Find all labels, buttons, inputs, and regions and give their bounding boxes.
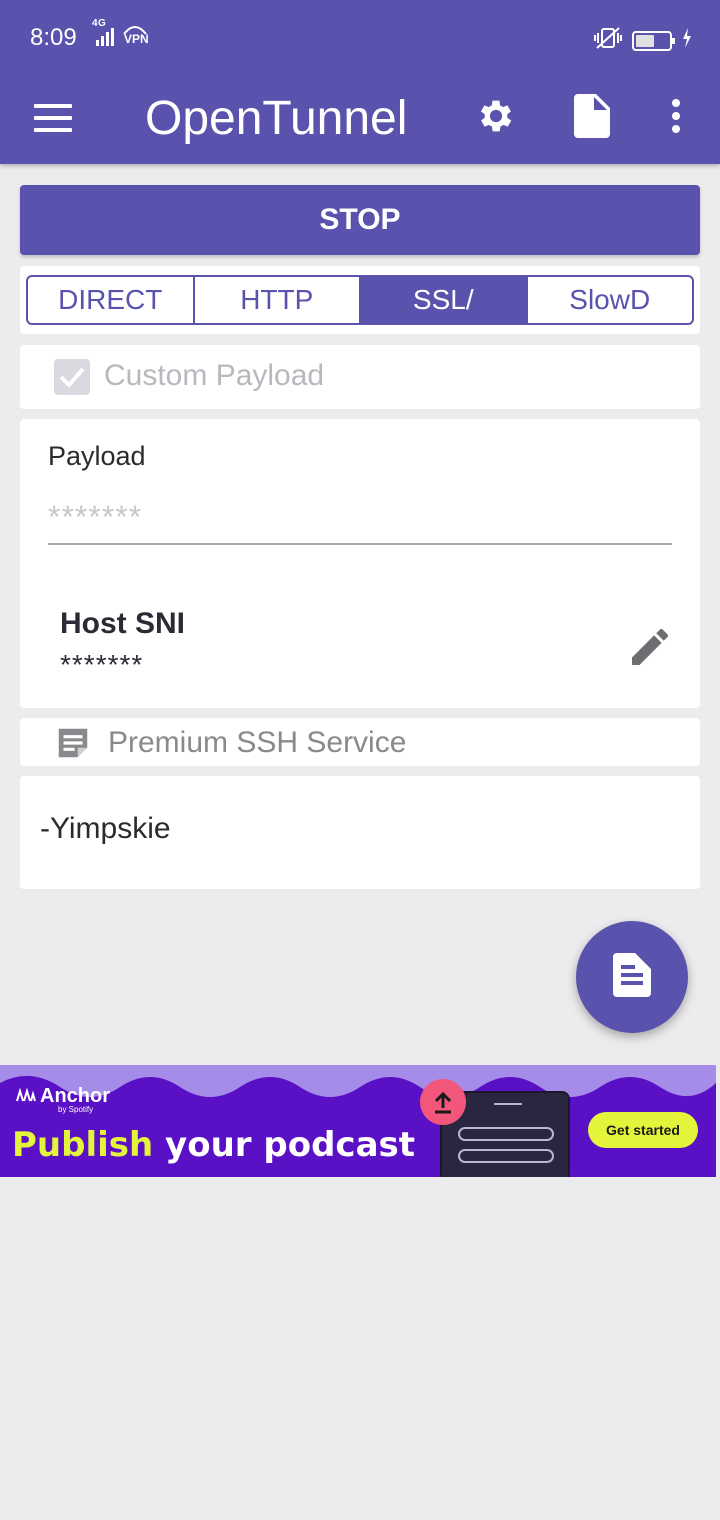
app-bar: OpenTunnel <box>0 74 720 164</box>
tab-http[interactable]: HTTP <box>195 277 361 323</box>
menu-icon[interactable] <box>34 96 78 140</box>
status-bar: 8:09 4G VPN <box>0 0 720 74</box>
tab-direct[interactable]: DIRECT <box>28 277 195 323</box>
anchor-logo-icon <box>16 1085 36 1108</box>
ad-cta-button[interactable]: Get started <box>588 1112 698 1148</box>
battery-icon <box>632 30 675 51</box>
status-time: 8:09 <box>30 24 77 51</box>
vpn-label: VPN <box>124 32 149 46</box>
note-text: -Yimpskie <box>40 812 171 845</box>
ad-headline: Publish your podcast <box>12 1125 415 1165</box>
status-right-group <box>594 26 692 55</box>
service-card: Premium SSH Service <box>20 718 700 766</box>
custom-payload-label: Custom Payload <box>104 359 325 392</box>
stop-button[interactable]: STOP <box>20 185 700 255</box>
payload-input[interactable] <box>48 491 672 545</box>
host-sni-value: ******* <box>60 649 144 680</box>
upload-icon <box>420 1079 466 1125</box>
ad-headline-rest: your podcast <box>153 1125 416 1165</box>
ad-brand-sub: by Spotify <box>58 1105 94 1114</box>
tab-slowdns[interactable]: SlowD <box>528 277 693 323</box>
custom-payload-card: Custom Payload <box>20 345 700 409</box>
payload-label: Payload <box>48 441 146 471</box>
ad-banner[interactable]: Anchor by Spotify Publish your podcast G… <box>0 1065 716 1177</box>
note-icon <box>54 724 92 762</box>
gear-icon[interactable] <box>468 88 524 144</box>
mode-tabs-card: DIRECT HTTP SSL/ SlowD <box>20 266 700 334</box>
custom-payload-checkbox[interactable] <box>54 359 90 395</box>
host-sni-title: Host SNI <box>60 607 186 640</box>
more-vert-icon[interactable] <box>648 88 704 144</box>
vibrate-icon <box>594 26 622 55</box>
log-fab-button[interactable] <box>576 921 688 1033</box>
edit-icon[interactable] <box>622 619 678 675</box>
charging-icon <box>682 28 692 53</box>
vpn-key-icon <box>122 22 148 35</box>
signal-icon <box>96 26 114 46</box>
note-card: -Yimpskie <box>20 776 700 889</box>
document-icon <box>613 952 651 1002</box>
tab-ssl[interactable]: SSL/ <box>361 277 528 323</box>
file-icon[interactable] <box>564 88 620 144</box>
service-label: Premium SSH Service <box>108 726 407 759</box>
battery-level-fill <box>636 34 654 47</box>
ad-headline-highlight: Publish <box>12 1125 154 1165</box>
payload-card: Payload Host SNI ******* <box>20 419 700 708</box>
app-title: OpenTunnel <box>145 92 408 145</box>
mode-tabs: DIRECT HTTP SSL/ SlowD <box>26 275 694 325</box>
